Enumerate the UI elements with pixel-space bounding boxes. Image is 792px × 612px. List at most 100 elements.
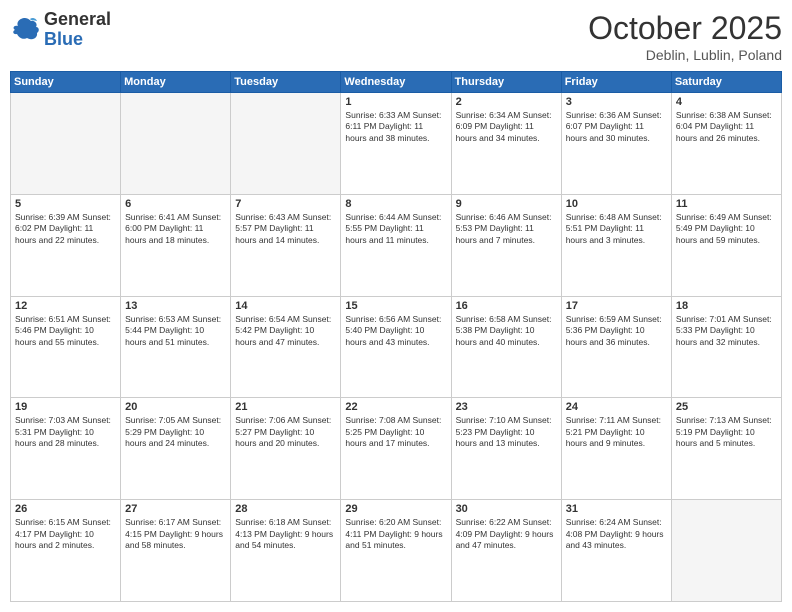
calendar-day-27: 27Sunrise: 6:17 AM Sunset: 4:15 PM Dayli… [121,500,231,602]
day-info: Sunrise: 6:56 AM Sunset: 5:40 PM Dayligh… [345,314,446,348]
logo-general: General [44,9,111,29]
calendar-day-empty [231,93,341,195]
day-info: Sunrise: 6:59 AM Sunset: 5:36 PM Dayligh… [566,314,667,348]
day-number: 17 [566,300,667,312]
location: Deblin, Lublin, Poland [588,47,782,63]
day-info: Sunrise: 6:24 AM Sunset: 4:08 PM Dayligh… [566,517,667,551]
calendar-day-17: 17 Sunrise: 6:59 AM Sunset: 5:36 PM Dayli… [561,296,671,398]
calendar-day-2: 2 Sunrise: 6:34 AM Sunset: 6:09 PM Daylig… [451,93,561,195]
day-number: 23 [456,401,557,413]
day-info: Sunrise: 6:33 AM Sunset: 6:11 PM Dayligh… [345,110,446,144]
weekday-header-tuesday: Tuesday [231,72,341,93]
header: General Blue October 2025 Deblin, Lublin… [10,10,782,63]
day-info: Sunrise: 6:49 AM Sunset: 5:49 PM Dayligh… [676,212,777,246]
day-number: 24 [566,401,667,413]
day-info: Sunrise: 6:43 AM Sunset: 5:57 PM Dayligh… [235,212,336,246]
day-info: Sunrise: 6:51 AM Sunset: 5:46 PM Dayligh… [15,314,116,348]
day-info: Sunrise: 7:06 AM Sunset: 5:27 PM Dayligh… [235,415,336,449]
day-info: Sunrise: 6:22 AM Sunset: 4:09 PM Dayligh… [456,517,557,551]
day-info: Sunrise: 6:18 AM Sunset: 4:13 PM Dayligh… [235,517,336,551]
calendar-day-21: 21 Sunrise: 7:06 AM Sunset: 5:27 PM Dayli… [231,398,341,500]
title-block: October 2025 Deblin, Lublin, Poland [588,10,782,63]
calendar-day-19: 19 Sunrise: 7:03 AM Sunset: 5:31 PM Dayli… [11,398,121,500]
day-number: 2 [456,96,557,108]
day-number: 8 [345,198,446,210]
day-info: Sunrise: 6:39 AM Sunset: 6:02 PM Dayligh… [15,212,116,246]
calendar-day-28: 28 Sunrise: 6:18 AM Sunset: 4:13 PM Dayli… [231,500,341,602]
day-number: 30 [456,503,557,515]
calendar-day-23: 23 Sunrise: 7:10 AM Sunset: 5:23 PM Dayli… [451,398,561,500]
weekday-header-monday: Monday [121,72,231,93]
calendar-day-11: 11 Sunrise: 6:49 AM Sunset: 5:49 PM Dayli… [671,194,781,296]
calendar-day-29: 29Sunrise: 6:20 AM Sunset: 4:11 PM Dayli… [341,500,451,602]
day-number: 3 [566,96,667,108]
day-number: 12 [15,300,116,312]
calendar-day-31: 31 Sunrise: 6:24 AM Sunset: 4:08 PM Dayli… [561,500,671,602]
calendar-day-16: 16Sunrise: 6:58 AM Sunset: 5:38 PM Dayli… [451,296,561,398]
day-number: 26 [15,503,116,515]
day-number: 28 [235,503,336,515]
day-info: Sunrise: 6:41 AM Sunset: 6:00 PM Dayligh… [125,212,226,246]
day-info: Sunrise: 6:58 AM Sunset: 5:38 PM Dayligh… [456,314,557,348]
calendar-day-25: 25Sunrise: 7:13 AM Sunset: 5:19 PM Dayli… [671,398,781,500]
logo-bird-icon [10,16,40,44]
weekday-header-wednesday: Wednesday [341,72,451,93]
day-number: 15 [345,300,446,312]
calendar-day-22: 22 Sunrise: 7:08 AM Sunset: 5:25 PM Dayli… [341,398,451,500]
day-number: 9 [456,198,557,210]
day-info: Sunrise: 6:54 AM Sunset: 5:42 PM Dayligh… [235,314,336,348]
calendar-day-30: 30 Sunrise: 6:22 AM Sunset: 4:09 PM Dayli… [451,500,561,602]
day-info: Sunrise: 7:10 AM Sunset: 5:23 PM Dayligh… [456,415,557,449]
day-info: Sunrise: 6:34 AM Sunset: 6:09 PM Dayligh… [456,110,557,144]
logo-text: General Blue [44,10,111,50]
day-number: 21 [235,401,336,413]
page: General Blue October 2025 Deblin, Lublin… [0,0,792,612]
calendar-day-empty [11,93,121,195]
weekday-header-friday: Friday [561,72,671,93]
logo: General Blue [10,10,111,50]
calendar-day-4: 4Sunrise: 6:38 AM Sunset: 6:04 PM Daylig… [671,93,781,195]
calendar-day-24: 24 Sunrise: 7:11 AM Sunset: 5:21 PM Dayli… [561,398,671,500]
day-info: Sunrise: 6:53 AM Sunset: 5:44 PM Dayligh… [125,314,226,348]
day-number: 14 [235,300,336,312]
calendar-day-13: 13 Sunrise: 6:53 AM Sunset: 5:44 PM Dayli… [121,296,231,398]
day-number: 22 [345,401,446,413]
day-info: Sunrise: 6:44 AM Sunset: 5:55 PM Dayligh… [345,212,446,246]
day-info: Sunrise: 6:46 AM Sunset: 5:53 PM Dayligh… [456,212,557,246]
calendar-week-row: 19 Sunrise: 7:03 AM Sunset: 5:31 PM Dayli… [11,398,782,500]
calendar-day-5: 5Sunrise: 6:39 AM Sunset: 6:02 PM Daylig… [11,194,121,296]
weekday-header-thursday: Thursday [451,72,561,93]
calendar-day-1: 1 Sunrise: 6:33 AM Sunset: 6:11 PM Daylig… [341,93,451,195]
calendar-day-7: 7 Sunrise: 6:43 AM Sunset: 5:57 PM Daylig… [231,194,341,296]
calendar-day-15: 15 Sunrise: 6:56 AM Sunset: 5:40 PM Dayli… [341,296,451,398]
day-info: Sunrise: 6:48 AM Sunset: 5:51 PM Dayligh… [566,212,667,246]
day-info: Sunrise: 6:17 AM Sunset: 4:15 PM Dayligh… [125,517,226,551]
day-number: 1 [345,96,446,108]
weekday-header-sunday: Sunday [11,72,121,93]
calendar-day-6: 6 Sunrise: 6:41 AM Sunset: 6:00 PM Daylig… [121,194,231,296]
calendar-week-row: 12 Sunrise: 6:51 AM Sunset: 5:46 PM Dayli… [11,296,782,398]
day-info: Sunrise: 7:03 AM Sunset: 5:31 PM Dayligh… [15,415,116,449]
calendar-day-9: 9 Sunrise: 6:46 AM Sunset: 5:53 PM Daylig… [451,194,561,296]
day-number: 6 [125,198,226,210]
calendar-week-row: 5Sunrise: 6:39 AM Sunset: 6:02 PM Daylig… [11,194,782,296]
day-info: Sunrise: 7:11 AM Sunset: 5:21 PM Dayligh… [566,415,667,449]
day-number: 13 [125,300,226,312]
day-info: Sunrise: 7:05 AM Sunset: 5:29 PM Dayligh… [125,415,226,449]
calendar-day-empty [671,500,781,602]
day-number: 11 [676,198,777,210]
day-info: Sunrise: 6:15 AM Sunset: 4:17 PM Dayligh… [15,517,116,551]
day-info: Sunrise: 7:08 AM Sunset: 5:25 PM Dayligh… [345,415,446,449]
calendar-day-14: 14 Sunrise: 6:54 AM Sunset: 5:42 PM Dayli… [231,296,341,398]
calendar-day-10: 10Sunrise: 6:48 AM Sunset: 5:51 PM Dayli… [561,194,671,296]
day-number: 25 [676,401,777,413]
calendar-day-20: 20 Sunrise: 7:05 AM Sunset: 5:29 PM Dayli… [121,398,231,500]
weekday-header-row: SundayMondayTuesdayWednesdayThursdayFrid… [11,72,782,93]
day-info: Sunrise: 7:01 AM Sunset: 5:33 PM Dayligh… [676,314,777,348]
day-number: 31 [566,503,667,515]
day-number: 19 [15,401,116,413]
calendar-table: SundayMondayTuesdayWednesdayThursdayFrid… [10,71,782,602]
day-number: 4 [676,96,777,108]
day-number: 20 [125,401,226,413]
day-number: 7 [235,198,336,210]
